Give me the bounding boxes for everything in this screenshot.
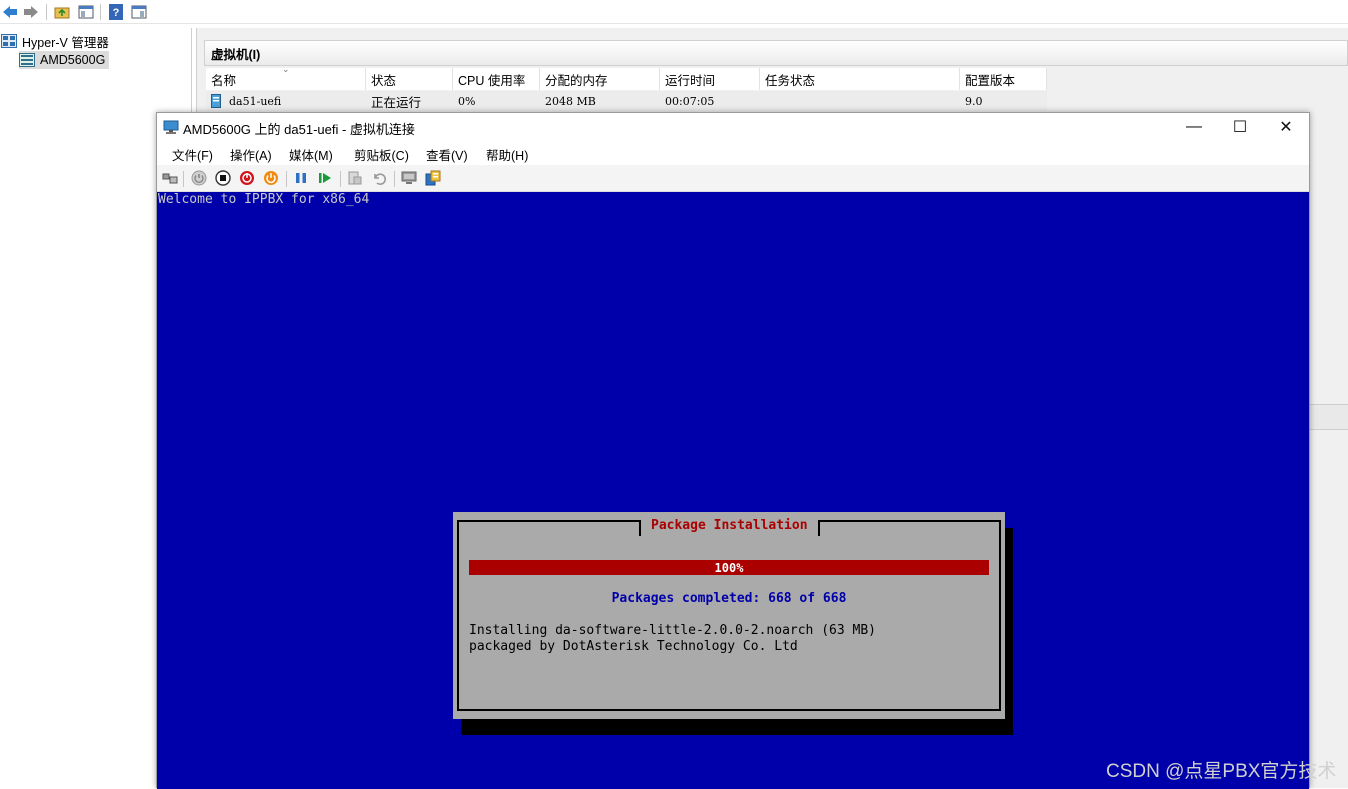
- pause-icon[interactable]: [293, 170, 309, 186]
- column-label: 运行时间: [665, 73, 716, 88]
- column-header-name[interactable]: 名称 ⌄: [206, 64, 366, 90]
- vm-config-version: 9.0: [960, 91, 1047, 111]
- packaged-by-line: packaged by DotAsterisk Technology Co. L…: [469, 639, 798, 654]
- vm-section-title: 虚拟机(I): [204, 40, 1348, 66]
- tree-item-amd5600g[interactable]: AMD5600G: [19, 51, 110, 69]
- action-pane-icon[interactable]: [130, 3, 148, 21]
- forward-arrow-icon[interactable]: [22, 3, 40, 21]
- column-label: 配置版本: [965, 73, 1016, 88]
- vm-connection-window: AMD5600G 上的 da51-uefi - 虚拟机连接 — ☐ ✕ 文件(F…: [156, 112, 1310, 789]
- vm-window-titlebar[interactable]: AMD5600G 上的 da51-uefi - 虚拟机连接 — ☐ ✕: [157, 113, 1309, 141]
- save-icon[interactable]: [263, 170, 279, 186]
- tree-item-hyperv-manager[interactable]: Hyper-V 管理器: [1, 32, 109, 50]
- vm-console-screen[interactable]: Welcome to IPPBX for x86_64 Package Inst…: [157, 192, 1309, 789]
- column-header-task[interactable]: 任务状态: [760, 68, 960, 90]
- packages-completed-text: Packages completed: 668 of 668: [611, 591, 847, 606]
- vm-connection-icon: [163, 119, 179, 135]
- menu-view[interactable]: 查看(V): [426, 145, 468, 164]
- manager-toolbar: ?: [0, 0, 1348, 24]
- hyperv-manager-icon: [1, 34, 17, 48]
- vm-window-title: AMD5600G 上的 da51-uefi - 虚拟机连接: [183, 122, 415, 137]
- share-icon[interactable]: [425, 170, 441, 186]
- package-installation-dialog: Package Installation 100% Packages compl…: [453, 512, 1005, 719]
- tree-item-label: AMD5600G: [40, 53, 106, 67]
- installing-line: Installing da-software-little-2.0.0-2.no…: [469, 623, 876, 638]
- shutdown-icon[interactable]: [239, 170, 255, 186]
- back-arrow-icon[interactable]: [1, 3, 19, 21]
- toolbar-separator: [46, 4, 47, 20]
- progress-bar: 100%: [469, 560, 989, 575]
- details-pane-header: [1309, 404, 1348, 430]
- start-icon[interactable]: [191, 170, 207, 186]
- dialog-title: Package Installation: [639, 519, 820, 536]
- column-header-version[interactable]: 配置版本: [960, 68, 1047, 90]
- column-label: CPU 使用率: [458, 73, 526, 88]
- sort-chevron-icon: ⌄: [282, 64, 290, 74]
- checkpoint-icon[interactable]: [347, 170, 363, 186]
- show-hide-pane-icon[interactable]: [77, 3, 95, 21]
- toolbar-separator: [100, 4, 101, 20]
- menu-help[interactable]: 帮助(H): [486, 145, 528, 164]
- menu-file[interactable]: 文件(F): [172, 145, 213, 164]
- watermark-text: CSDN @点星PBX官方技术: [1106, 761, 1337, 782]
- close-button[interactable]: ✕: [1263, 113, 1309, 141]
- vm-icon: [211, 94, 221, 108]
- svg-text:?: ?: [113, 7, 120, 19]
- folder-up-icon[interactable]: [53, 3, 71, 21]
- column-header-memory[interactable]: 分配的内存: [540, 68, 660, 90]
- enhanced-session-icon[interactable]: [401, 170, 417, 186]
- vm-menubar: 文件(F) 操作(A) 媒体(M) 剪贴板(C) 查看(V) 帮助(H): [157, 141, 1309, 165]
- vm-name-cell: da51-uefi: [206, 91, 366, 111]
- dialog-frame: Package Installation: [457, 519, 1001, 711]
- column-header-state[interactable]: 状态: [366, 68, 453, 90]
- help-icon[interactable]: ?: [107, 3, 125, 21]
- vm-task-status: [760, 91, 960, 111]
- vm-cpu: 0%: [453, 91, 540, 111]
- column-header-uptime[interactable]: 运行时间: [660, 68, 760, 90]
- toolbar-separator: [286, 171, 287, 187]
- resume-icon[interactable]: [317, 170, 333, 186]
- tree-item-label: Hyper-V 管理器: [22, 35, 109, 50]
- menu-action[interactable]: 操作(A): [230, 145, 272, 164]
- minimize-button[interactable]: —: [1171, 113, 1217, 141]
- column-label: 分配的内存: [545, 73, 608, 88]
- toolbar-separator: [394, 171, 395, 187]
- progress-label: 100%: [714, 560, 744, 575]
- vm-state: 正在运行: [366, 91, 453, 111]
- menu-clipboard[interactable]: 剪贴板(C): [354, 145, 409, 164]
- maximize-button[interactable]: ☐: [1217, 113, 1263, 141]
- ctrl-alt-del-icon[interactable]: [162, 170, 178, 186]
- vm-memory: 2048 MB: [540, 91, 660, 111]
- revert-icon[interactable]: [371, 170, 387, 186]
- console-welcome-text: Welcome to IPPBX for x86_64: [158, 192, 370, 207]
- toolbar-separator: [340, 171, 341, 187]
- toolbar-separator: [183, 171, 184, 187]
- vm-name: da51-uefi: [229, 94, 282, 108]
- column-header-cpu[interactable]: CPU 使用率: [453, 68, 540, 90]
- column-label: 名称: [211, 73, 237, 88]
- menu-media[interactable]: 媒体(M): [289, 145, 333, 164]
- server-icon: [19, 53, 35, 67]
- vm-uptime: 00:07:05: [660, 91, 760, 111]
- column-label: 状态: [371, 73, 397, 88]
- vm-toolbar: [157, 165, 1309, 192]
- column-label: 任务状态: [765, 73, 816, 88]
- turn-off-icon[interactable]: [215, 170, 231, 186]
